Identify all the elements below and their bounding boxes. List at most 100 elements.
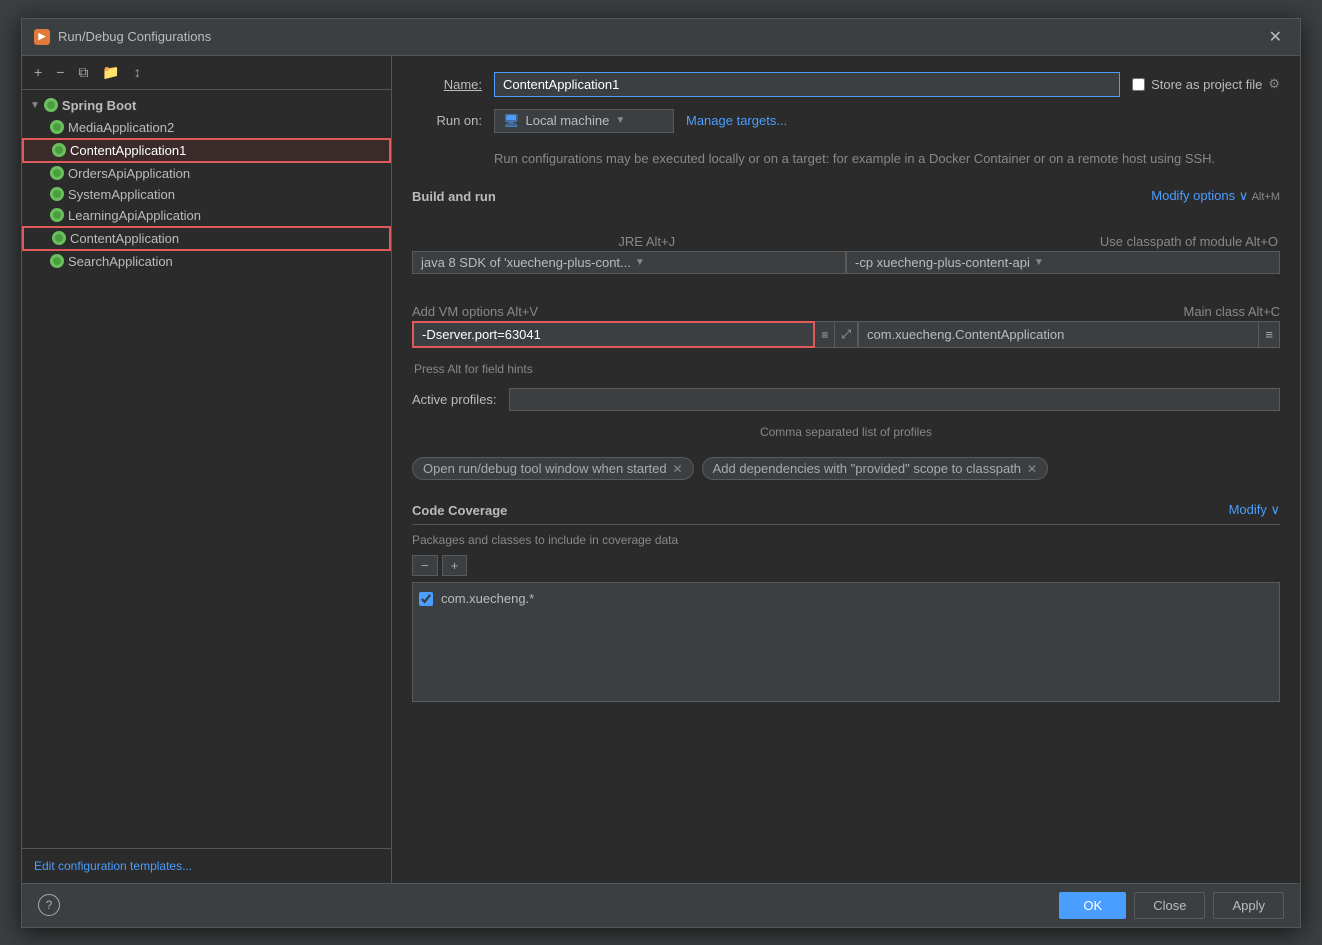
vm-expand-button[interactable]: ≡ (815, 322, 835, 347)
sdk-select[interactable]: java 8 SDK of 'xuecheng-plus-cont... ▼ (412, 251, 846, 274)
close-button[interactable]: Close (1134, 892, 1205, 919)
tag-label: Add dependencies with "provided" scope t… (713, 461, 1021, 476)
cc-add-button[interactable]: + (442, 555, 468, 576)
dialog-close-button[interactable]: ✕ (1263, 25, 1288, 49)
tag-close-button[interactable]: ✕ (673, 462, 683, 476)
tree-item-orders[interactable]: OrdersApiApplication (22, 163, 391, 184)
right-panel: Name: Store as project file ⚙ Run on: 🖥 … (392, 56, 1300, 883)
help-button[interactable]: ? (38, 894, 60, 916)
tree-item-icon (50, 208, 64, 222)
local-machine-select[interactable]: 🖥 Local machine ▼ (494, 109, 674, 133)
name-row: Name: Store as project file ⚙ (412, 72, 1280, 97)
tree-item-label: SearchApplication (68, 254, 173, 269)
name-input[interactable] (494, 72, 1120, 97)
build-row-1-container: JRE Alt+J Use classpath of module Alt+O … (412, 234, 1280, 274)
modify-options-link[interactable]: Modify options ∨ Alt+M (1151, 188, 1280, 204)
store-as-project-checkbox[interactable] (1132, 78, 1145, 91)
sort-config-button[interactable]: ↕ (130, 62, 145, 82)
run-description: Run configurations may be executed local… (494, 149, 1280, 169)
tree-item-icon (52, 231, 66, 245)
cc-description: Packages and classes to include in cover… (412, 533, 1280, 547)
run-debug-dialog: ▶ Run/Debug Configurations ✕ + − ⧉ 📁 ↕ ▼… (21, 18, 1301, 928)
cc-item-checkbox[interactable] (419, 592, 433, 606)
spring-boot-group[interactable]: ▼ Spring Boot (22, 94, 391, 117)
tree-item-system[interactable]: SystemApplication (22, 184, 391, 205)
cc-item-label: com.xuecheng.* (441, 591, 534, 606)
main-body: + − ⧉ 📁 ↕ ▼ Spring Boot MediaApplication… (22, 56, 1300, 883)
sdk-text: java 8 SDK of 'xuecheng-plus-cont... (421, 255, 631, 270)
copy-config-button[interactable]: ⧉ (74, 62, 92, 83)
app-icon: ▶ (34, 29, 50, 45)
tree-item-content1[interactable]: ContentApplication1 (22, 138, 391, 163)
left-toolbar: + − ⧉ 📁 ↕ (22, 56, 391, 90)
spring-boot-group-label: Spring Boot (62, 98, 136, 113)
build-row-1: java 8 SDK of 'xuecheng-plus-cont... ▼ -… (412, 251, 1280, 274)
vm-options-input[interactable] (412, 321, 815, 348)
edit-config-templates-link[interactable]: Edit configuration templates... (22, 848, 391, 883)
add-vm-hint: Add VM options Alt+V (412, 304, 538, 319)
config-tree: ▼ Spring Boot MediaApplication2 ContentA… (22, 90, 391, 848)
cc-modify-link[interactable]: Modify ∨ (1229, 502, 1280, 518)
tree-item-icon (50, 166, 64, 180)
tree-item-search[interactable]: SearchApplication (22, 251, 391, 272)
modify-shortcut: Alt+M (1252, 191, 1280, 203)
gear-icon[interactable]: ⚙ (1268, 76, 1280, 92)
folder-config-button[interactable]: 📁 (98, 62, 123, 83)
cc-list: com.xuecheng.* (412, 582, 1280, 702)
cc-remove-button[interactable]: − (412, 555, 438, 576)
apply-button[interactable]: Apply (1213, 892, 1284, 919)
name-label: Name: (412, 77, 482, 92)
build-run-header: Build and run Modify options ∨ Alt+M (412, 188, 1280, 204)
store-label: Store as project file (1151, 77, 1262, 92)
vm-fullscreen-button[interactable]: ⤢ (835, 322, 857, 347)
tree-item-label: ContentApplication (70, 231, 179, 246)
cc-item: com.xuecheng.* (419, 589, 1273, 608)
tag-add-dependencies: Add dependencies with "provided" scope t… (702, 457, 1049, 480)
classpath-dropdown-icon: ▼ (1034, 257, 1044, 268)
tag-label: Open run/debug tool window when started (423, 461, 667, 476)
ok-button[interactable]: OK (1059, 892, 1126, 919)
use-classpath-hint: Use classpath of module Alt+O (1100, 234, 1278, 249)
run-on-row: Run on: 🖥 Local machine ▼ Manage targets… (412, 109, 1280, 133)
jre-hint: JRE Alt+J (414, 234, 880, 249)
manage-targets-link[interactable]: Manage targets... (686, 113, 787, 128)
profiles-input[interactable] (509, 388, 1280, 411)
tree-item-media[interactable]: MediaApplication2 (22, 117, 391, 138)
main-class-input[interactable] (858, 321, 1259, 348)
tree-item-icon (52, 143, 66, 157)
tree-item-learning[interactable]: LearningApiApplication (22, 205, 391, 226)
cc-header: Code Coverage Modify ∨ (412, 502, 1280, 525)
tree-item-label: MediaApplication2 (68, 120, 174, 135)
cc-toolbar: − + (412, 555, 1280, 576)
machine-icon: 🖥 (503, 113, 520, 129)
dropdown-arrow-icon: ▼ (615, 115, 625, 126)
store-checkbox-row: Store as project file ⚙ (1132, 76, 1280, 92)
title-bar: ▶ Run/Debug Configurations ✕ (22, 19, 1300, 56)
tree-item-label: LearningApiApplication (68, 208, 201, 223)
main-class-browse-button[interactable]: ≡ (1259, 321, 1280, 348)
tree-item-content[interactable]: ContentApplication (22, 226, 391, 251)
hint-labels-row2: Add VM options Alt+V Main class Alt+C (412, 304, 1280, 319)
tree-item-label: SystemApplication (68, 187, 175, 202)
bottom-bar: ? OK Close Apply (22, 883, 1300, 927)
add-config-button[interactable]: + (30, 62, 46, 82)
dialog-title: Run/Debug Configurations (58, 29, 211, 44)
group-chevron: ▼ (30, 100, 40, 111)
tag-close-button-2[interactable]: ✕ (1027, 462, 1037, 476)
spring-boot-icon (44, 98, 58, 112)
remove-config-button[interactable]: − (52, 62, 68, 82)
tree-item-icon (50, 187, 64, 201)
classpath-text: -cp xuecheng-plus-content-api (855, 255, 1030, 270)
profiles-label: Active profiles: (412, 392, 497, 407)
vm-input-buttons: ≡ ⤢ (815, 321, 858, 348)
classpath-select[interactable]: -cp xuecheng-plus-content-api ▼ (846, 251, 1280, 274)
build-run-title: Build and run (412, 189, 496, 204)
hint-labels-row1: JRE Alt+J Use classpath of module Alt+O (412, 234, 1280, 249)
tree-item-icon (50, 120, 64, 134)
tree-item-label: OrdersApiApplication (68, 166, 190, 181)
build-row-3: ≡ ⤢ ≡ (412, 321, 1280, 348)
code-coverage-section: Code Coverage Modify ∨ Packages and clas… (412, 502, 1280, 702)
tag-open-run-debug: Open run/debug tool window when started … (412, 457, 694, 480)
field-hint: Press Alt for field hints (414, 362, 1280, 376)
tags-row: Open run/debug tool window when started … (412, 457, 1280, 480)
